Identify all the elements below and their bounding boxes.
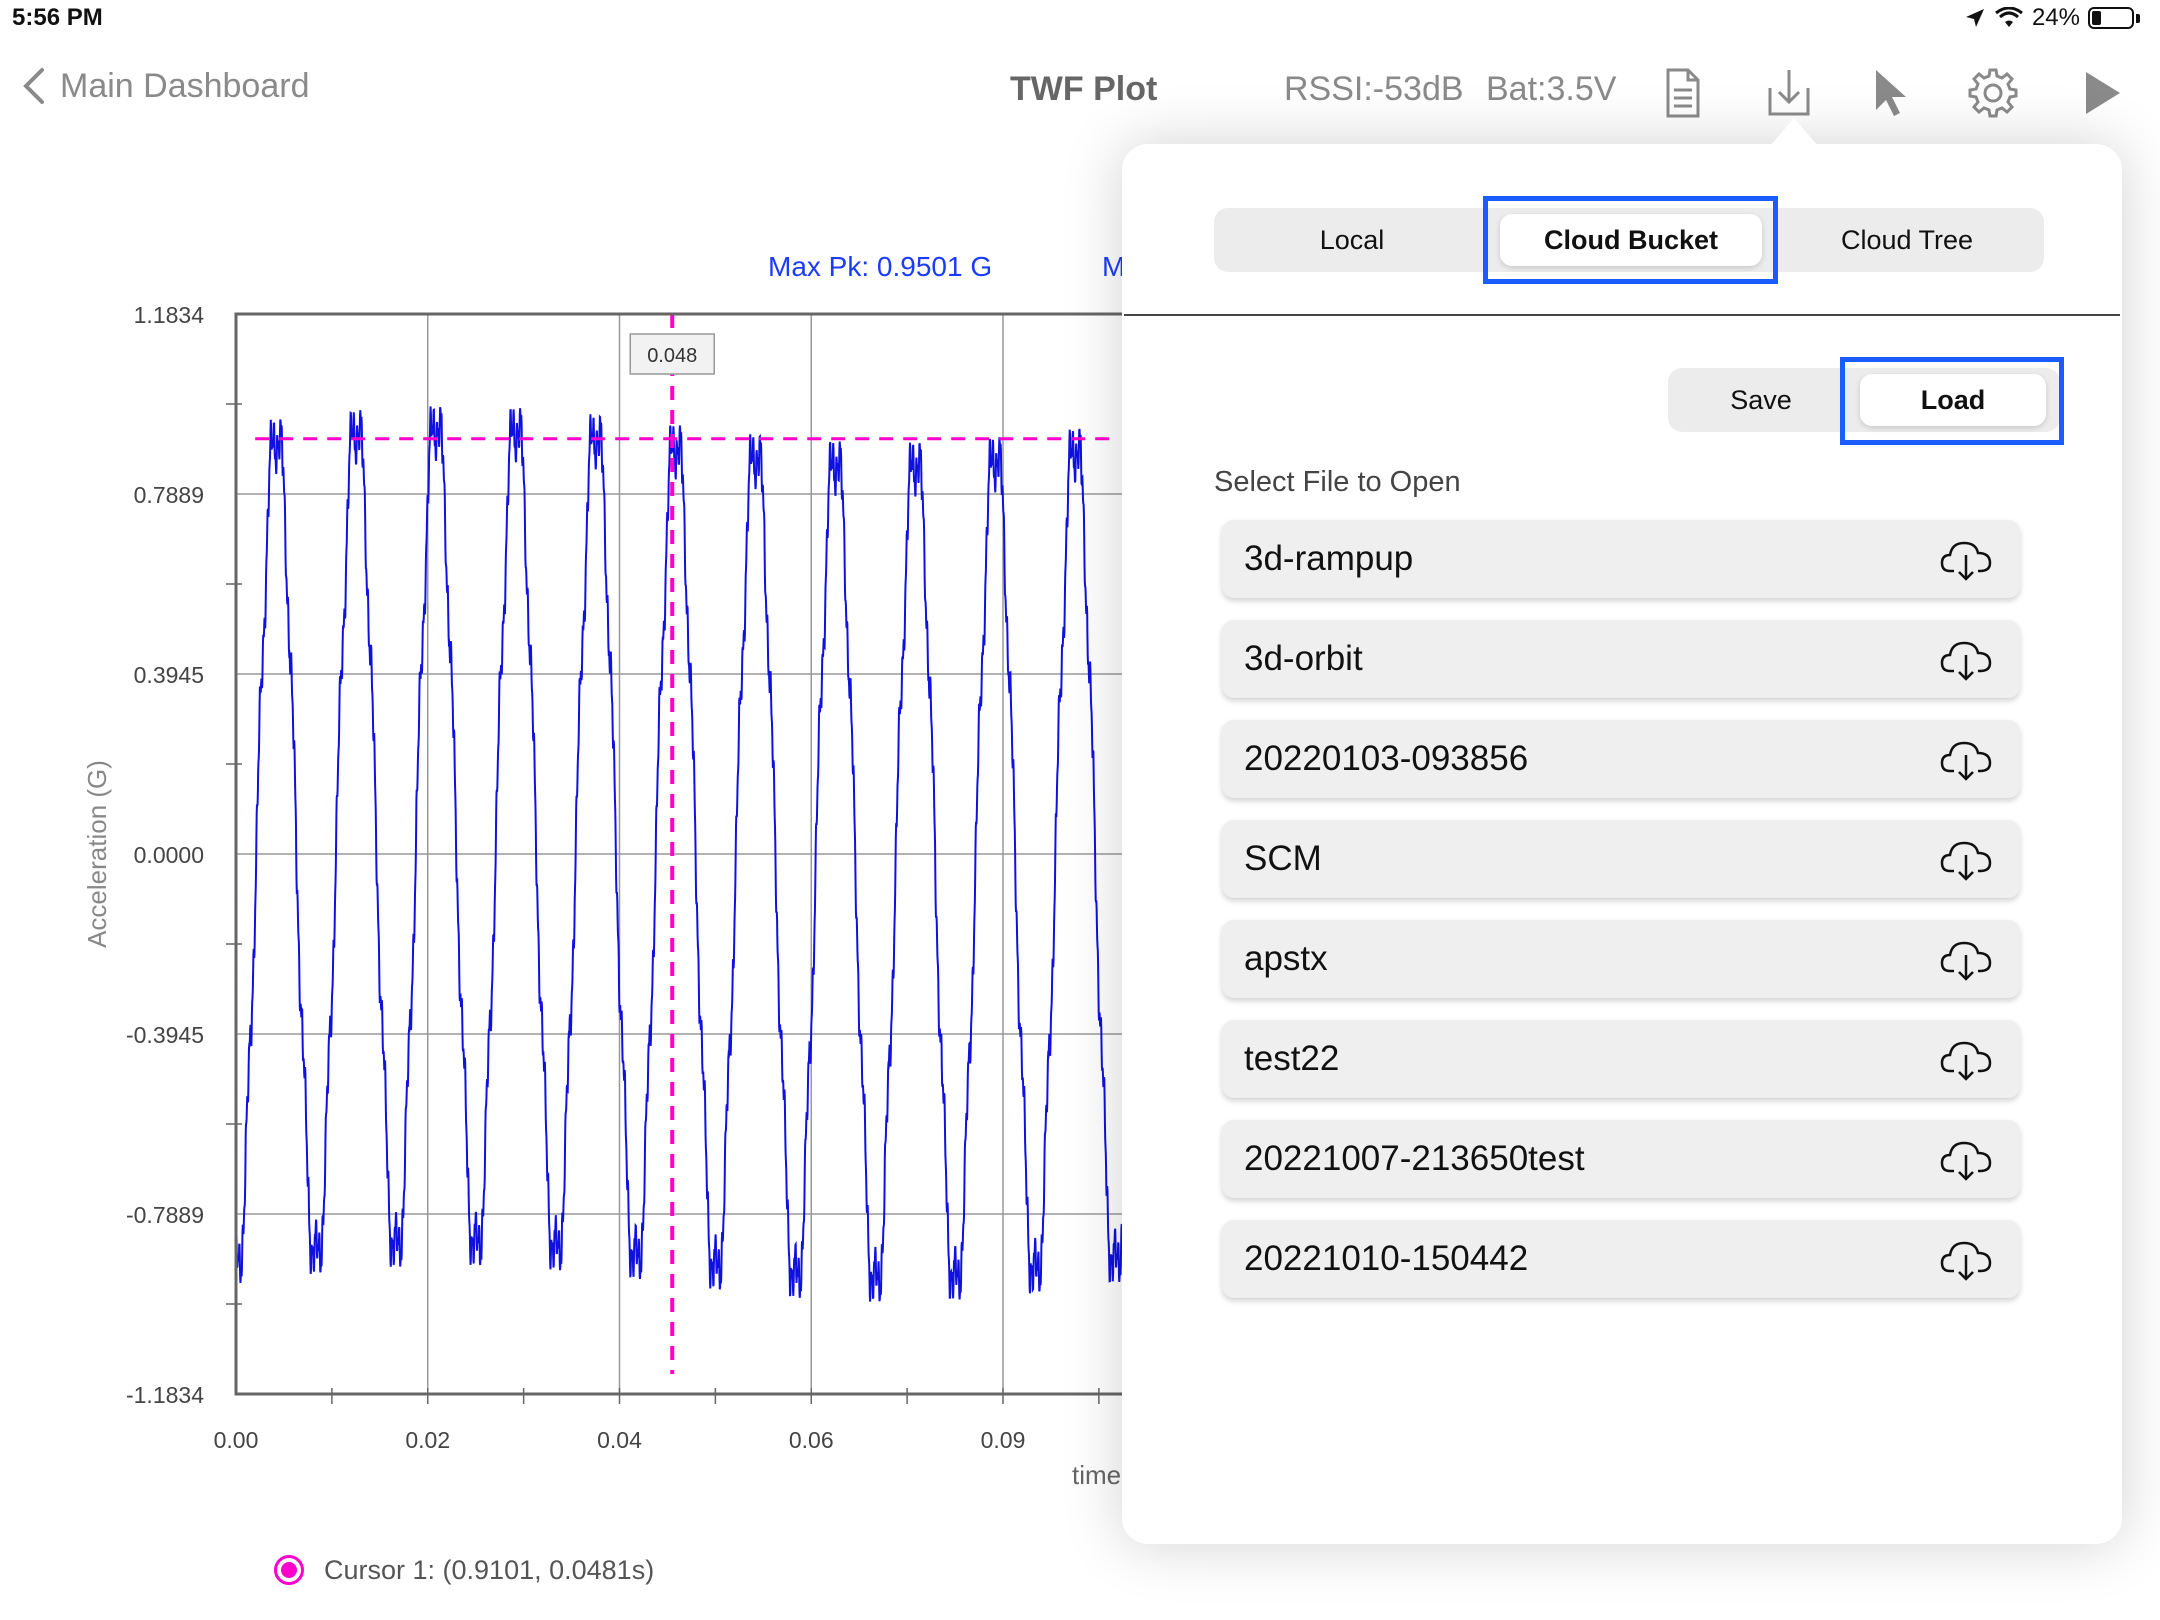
tab-local[interactable]: Local [1214,208,1490,272]
x-tick-label: 0.00 [214,1427,259,1453]
save-tab[interactable]: Save [1668,368,1854,432]
file-name: 20221007-213650test [1244,1139,1585,1178]
x-axis-label: time [1072,1460,1121,1490]
y-tick-label: 0.3945 [134,662,204,688]
tab-cloud-tree-label: Cloud Tree [1840,224,1974,255]
y-tick-label: 1.1834 [134,302,205,328]
cursor-legend-text: Cursor 1: (0.9101, 0.0481s) [324,1555,655,1585]
popover-arrow [1770,118,1818,146]
y-tick-label: -1.1834 [126,1382,204,1408]
file-row[interactable]: 3d-orbit [1222,620,2020,698]
file-name: apstx [1244,939,1328,978]
x-axis-ticks: 0.00 0.02 0.04 0.06 0.09 [214,1388,1100,1453]
file-name: 20220103-093856 [1244,739,1529,778]
y-axis-label: Acceleration (G) [82,760,112,948]
load-highlight [1840,357,2064,445]
file-name: test22 [1244,1039,1340,1078]
x-tick-label: 0.04 [597,1427,642,1453]
cloud-download-icon[interactable] [1940,639,1992,681]
x-tick-label: 0.09 [981,1427,1026,1453]
file-row[interactable]: 3d-rampup [1222,520,2020,598]
cloud-download-icon[interactable] [1940,1039,1992,1081]
cloud-download-icon[interactable] [1940,539,1992,581]
file-name: 3d-orbit [1244,639,1363,678]
file-name: 3d-rampup [1244,539,1414,578]
file-row[interactable]: 20220103-093856 [1222,720,2020,798]
y-tick-label: 0.0000 [134,842,204,868]
y-tick-label: -0.3945 [126,1022,204,1048]
tab-cloud-tree[interactable]: Cloud Tree [1770,208,2044,272]
x-tick-label: 0.06 [789,1427,834,1453]
tab-local-label: Local [1319,224,1385,255]
select-file-label: Select File to Open [1214,466,1461,498]
file-row[interactable]: test22 [1222,1020,2020,1098]
y-axis-ticks: 1.1834 0.7889 0.3945 0.0000 -0.3945 -0.7889 -1… [126,302,242,1408]
cloud-download-icon[interactable] [1940,939,1992,981]
cursor-flag-label: 0.048 [647,345,697,367]
cloud-download-icon[interactable] [1940,739,1992,781]
y-tick-label: -0.7889 [126,1202,204,1228]
max-peak-label: Max Pk: 0.9501 G [768,251,993,282]
cloud-download-icon[interactable] [1940,839,1992,881]
file-row[interactable]: SCM [1222,820,2020,898]
cursor-legend-marker [274,1555,304,1585]
cloud-download-icon[interactable] [1940,1139,1992,1181]
file-row[interactable]: 20221010-150442 [1222,1220,2020,1298]
y-tick-label: 0.7889 [134,482,204,508]
cloud-bucket-highlight [1483,196,1778,284]
file-row[interactable]: apstx [1222,920,2020,998]
file-name: 20221010-150442 [1244,1239,1529,1278]
cursor-flag[interactable]: 0.048 [629,333,715,375]
file-row[interactable]: 20221007-213650test [1222,1120,2020,1198]
file-name: SCM [1244,839,1322,878]
cloud-download-icon[interactable] [1940,1239,1992,1281]
save-label: Save [1730,384,1792,415]
popover-divider [1124,314,2120,316]
x-tick-label: 0.02 [405,1427,450,1453]
